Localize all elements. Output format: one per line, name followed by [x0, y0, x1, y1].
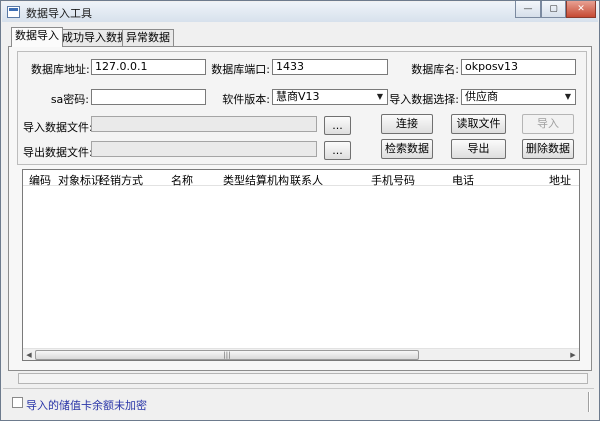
horizontal-scrollbar[interactable]: ◀ ||| ▶: [23, 348, 579, 360]
import-select-value: 供应商: [465, 90, 498, 103]
export-button[interactable]: 导出: [451, 139, 506, 159]
minimize-button[interactable]: —: [515, 1, 541, 18]
db-address-label: 数据库地址:: [31, 63, 90, 76]
chevron-down-icon: ▼: [564, 92, 572, 101]
tab-error-data[interactable]: 异常数据: [122, 29, 174, 47]
scroll-left-icon[interactable]: ◀: [23, 349, 35, 361]
column-header[interactable]: 对象标识: [58, 172, 102, 188]
sa-password-field[interactable]: [91, 89, 206, 105]
import-file-label: 导入数据文件:: [23, 121, 93, 134]
window-title: 数据导入工具: [26, 7, 92, 20]
data-table[interactable]: 编码 对象标识 经销方式 名称 类型 结算机构 联系人 手机号码 电话 地址 ◀…: [22, 169, 580, 361]
db-port-label: 数据库端口:: [211, 63, 270, 76]
column-header[interactable]: 名称: [171, 172, 193, 188]
column-header[interactable]: 电话: [452, 172, 474, 188]
sa-password-label: sa密码:: [50, 93, 89, 106]
tab-success-import[interactable]: 成功导入数据: [58, 29, 132, 47]
connect-button[interactable]: 连接: [381, 114, 433, 134]
app-icon: [7, 6, 20, 18]
column-header[interactable]: 编码: [29, 172, 51, 188]
column-header[interactable]: 联系人: [290, 172, 323, 188]
software-version-label: 软件版本:: [222, 93, 270, 106]
main-window: 数据导入工具 — ▢ ✕ 数据导入 成功导入数据 异常数据 数据库地址: 127…: [0, 0, 600, 421]
import-progress-bar: [18, 373, 588, 384]
browse-import-file-button[interactable]: ...: [324, 116, 351, 135]
db-port-field[interactable]: 1433: [272, 59, 388, 75]
export-file-label: 导出数据文件:: [23, 146, 93, 159]
close-button[interactable]: ✕: [566, 1, 596, 18]
import-data-select[interactable]: 供应商 ▼: [461, 89, 576, 105]
search-data-button[interactable]: 检索数据: [381, 139, 433, 159]
import-button[interactable]: 导入: [522, 114, 574, 134]
import-select-label: 导入数据选择:: [389, 93, 459, 106]
column-header[interactable]: 结算机构: [245, 172, 289, 188]
column-header[interactable]: 手机号码: [371, 172, 415, 188]
scrollbar-thumb[interactable]: |||: [35, 350, 419, 360]
db-address-field[interactable]: 127.0.0.1: [91, 59, 206, 75]
software-version-value: 慧商V13: [276, 90, 320, 103]
chevron-down-icon: ▼: [376, 92, 384, 101]
read-file-button[interactable]: 读取文件: [451, 114, 506, 134]
db-name-field[interactable]: okposv13: [461, 59, 576, 75]
browse-export-file-button[interactable]: ...: [324, 141, 351, 160]
unencrypted-balance-checkbox[interactable]: [12, 397, 23, 408]
scroll-right-icon[interactable]: ▶: [567, 349, 579, 361]
unencrypted-balance-label[interactable]: 导入的储值卡余额未加密: [26, 397, 147, 413]
resize-grip[interactable]: [588, 392, 590, 412]
software-version-select[interactable]: 慧商V13 ▼: [272, 89, 388, 105]
column-header[interactable]: 类型: [223, 172, 245, 188]
import-file-field[interactable]: [91, 116, 317, 132]
db-name-label: 数据库名:: [411, 63, 459, 76]
tab-data-import[interactable]: 数据导入: [11, 27, 63, 47]
column-header[interactable]: 地址: [549, 172, 571, 188]
table-header: 编码 对象标识 经销方式 名称 类型 结算机构 联系人 手机号码 电话 地址: [23, 170, 579, 188]
export-file-field[interactable]: [91, 141, 317, 157]
maximize-button[interactable]: ▢: [541, 1, 566, 18]
column-header[interactable]: 经销方式: [99, 172, 143, 188]
delete-data-button[interactable]: 删除数据: [522, 139, 574, 159]
title-bar: 数据导入工具: [2, 2, 598, 22]
